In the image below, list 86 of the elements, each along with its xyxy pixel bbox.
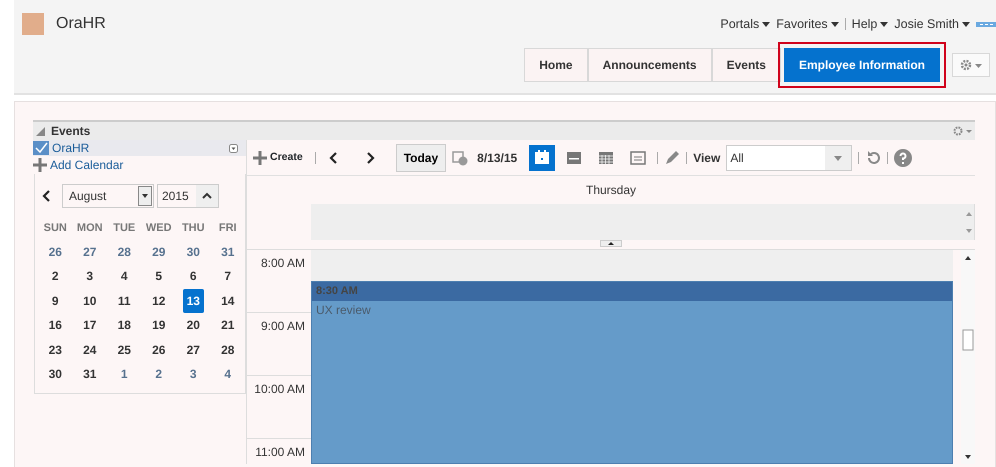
calendar-day[interactable]: 27 bbox=[186, 340, 200, 359]
calendar-day[interactable]: 25 bbox=[118, 340, 131, 359]
event-title: UX review bbox=[315, 302, 372, 318]
logo-icon bbox=[22, 13, 44, 35]
settings-icon bbox=[960, 59, 972, 71]
calendar-day[interactable]: 30 bbox=[48, 365, 62, 384]
month-select[interactable]: August bbox=[62, 184, 154, 208]
day-view-button[interactable] bbox=[529, 144, 556, 170]
menu-button[interactable]: Help bbox=[852, 14, 888, 34]
year-field[interactable]: 2015 bbox=[157, 184, 219, 208]
view-select[interactable]: All bbox=[726, 144, 852, 170]
checkbox-icon[interactable] bbox=[33, 141, 49, 155]
chevron-left-icon[interactable] bbox=[41, 190, 53, 202]
more-icon[interactable] bbox=[976, 20, 996, 28]
calendar-day[interactable]: 2 bbox=[155, 365, 162, 384]
caret-icon bbox=[966, 128, 972, 134]
weekday-label: FRI bbox=[218, 221, 238, 236]
event-time: 8:30 AM bbox=[312, 282, 952, 300]
today-button[interactable]: Today bbox=[396, 144, 446, 172]
time-label: 8:00 AM bbox=[260, 256, 305, 270]
time-label: 9:00 AM bbox=[260, 319, 305, 333]
calendar-day[interactable]: 14 bbox=[221, 292, 234, 310]
menu-button[interactable]: Favorites bbox=[776, 14, 839, 34]
calendar-day[interactable]: 3 bbox=[86, 267, 94, 286]
calendar-day[interactable]: 30 bbox=[186, 242, 200, 261]
caret-icon bbox=[975, 62, 982, 68]
create-button[interactable]: Create bbox=[253, 150, 303, 166]
calendar-day[interactable]: 11 bbox=[118, 292, 131, 310]
calendar-day[interactable]: 20 bbox=[186, 316, 200, 334]
calendar-day[interactable]: 16 bbox=[48, 316, 62, 334]
panel-title: Events bbox=[51, 123, 90, 140]
menu-button[interactable]: Portals bbox=[720, 14, 770, 34]
weekday-label: WED bbox=[144, 221, 173, 236]
calendar-day[interactable]: 10 bbox=[83, 292, 96, 310]
calendar-day[interactable]: 9 bbox=[52, 292, 59, 310]
calendar-day[interactable]: 24 bbox=[83, 340, 96, 359]
add-calendar-link[interactable]: Add Calendar bbox=[33, 156, 246, 174]
calendar-day[interactable]: 4 bbox=[224, 365, 232, 384]
pencil-icon[interactable] bbox=[664, 150, 680, 166]
help-icon[interactable] bbox=[894, 148, 912, 166]
calendar-day[interactable]: 28 bbox=[221, 340, 234, 359]
calendar-day[interactable]: 21 bbox=[221, 316, 234, 334]
nav-tab[interactable]: Events bbox=[712, 48, 781, 82]
menu-button[interactable]: Josie Smith bbox=[894, 14, 970, 34]
calendar-day[interactable]: 7 bbox=[224, 267, 232, 286]
plus-icon bbox=[33, 158, 47, 172]
settings-icon[interactable] bbox=[953, 126, 963, 136]
weekday-label: TUE bbox=[112, 221, 136, 236]
calendar-day[interactable]: 27 bbox=[83, 242, 96, 261]
day-header: Thursday bbox=[586, 182, 636, 199]
calendar-day[interactable]: 6 bbox=[190, 267, 197, 286]
collapse-icon[interactable] bbox=[36, 126, 45, 136]
calendar-day[interactable]: 3 bbox=[190, 365, 197, 384]
weekday-label: SUN bbox=[42, 221, 68, 236]
calendar-day[interactable]: 29 bbox=[152, 242, 166, 261]
calendar-day[interactable]: 26 bbox=[48, 242, 62, 261]
weekday-label: THU bbox=[180, 221, 206, 236]
settings-button[interactable] bbox=[952, 53, 990, 77]
nav-tab[interactable]: Announcements bbox=[588, 48, 712, 82]
calendar-day[interactable]: 31 bbox=[83, 365, 96, 384]
calendar-item[interactable]: OraHR bbox=[33, 140, 246, 156]
calendar-day[interactable]: 23 bbox=[48, 340, 62, 359]
calendar-day[interactable]: 13 bbox=[182, 288, 204, 313]
calendar-day[interactable]: 12 bbox=[152, 292, 166, 310]
dropdown-icon[interactable] bbox=[229, 144, 238, 152]
collapse-handle-icon[interactable] bbox=[600, 240, 622, 247]
calendar-day[interactable]: 5 bbox=[155, 267, 162, 286]
calendar-day[interactable]: 18 bbox=[118, 316, 131, 334]
calendar-day[interactable]: 17 bbox=[83, 316, 96, 334]
calendar-day[interactable]: 31 bbox=[221, 242, 234, 261]
date-label: 8/13/15 bbox=[477, 150, 518, 166]
calendar-day[interactable]: 2 bbox=[52, 267, 59, 286]
app-title: OraHR bbox=[56, 14, 106, 34]
weekday-label: MON bbox=[76, 221, 104, 236]
time-label: 10:00 AM bbox=[254, 382, 305, 396]
calendar-day[interactable]: 19 bbox=[152, 316, 166, 334]
calendar-day[interactable]: 1 bbox=[120, 365, 128, 384]
calendar-day[interactable]: 26 bbox=[152, 340, 166, 359]
calendar-day[interactable]: 4 bbox=[120, 267, 128, 286]
plus-icon bbox=[253, 150, 267, 164]
time-label: 11:00 AM bbox=[255, 445, 305, 459]
view-label: View bbox=[693, 150, 720, 166]
chevron-left-icon[interactable] bbox=[328, 152, 340, 164]
nav-tab[interactable]: Home bbox=[524, 48, 588, 82]
calendar-day[interactable]: 28 bbox=[118, 242, 131, 261]
refresh-icon[interactable] bbox=[865, 150, 882, 166]
